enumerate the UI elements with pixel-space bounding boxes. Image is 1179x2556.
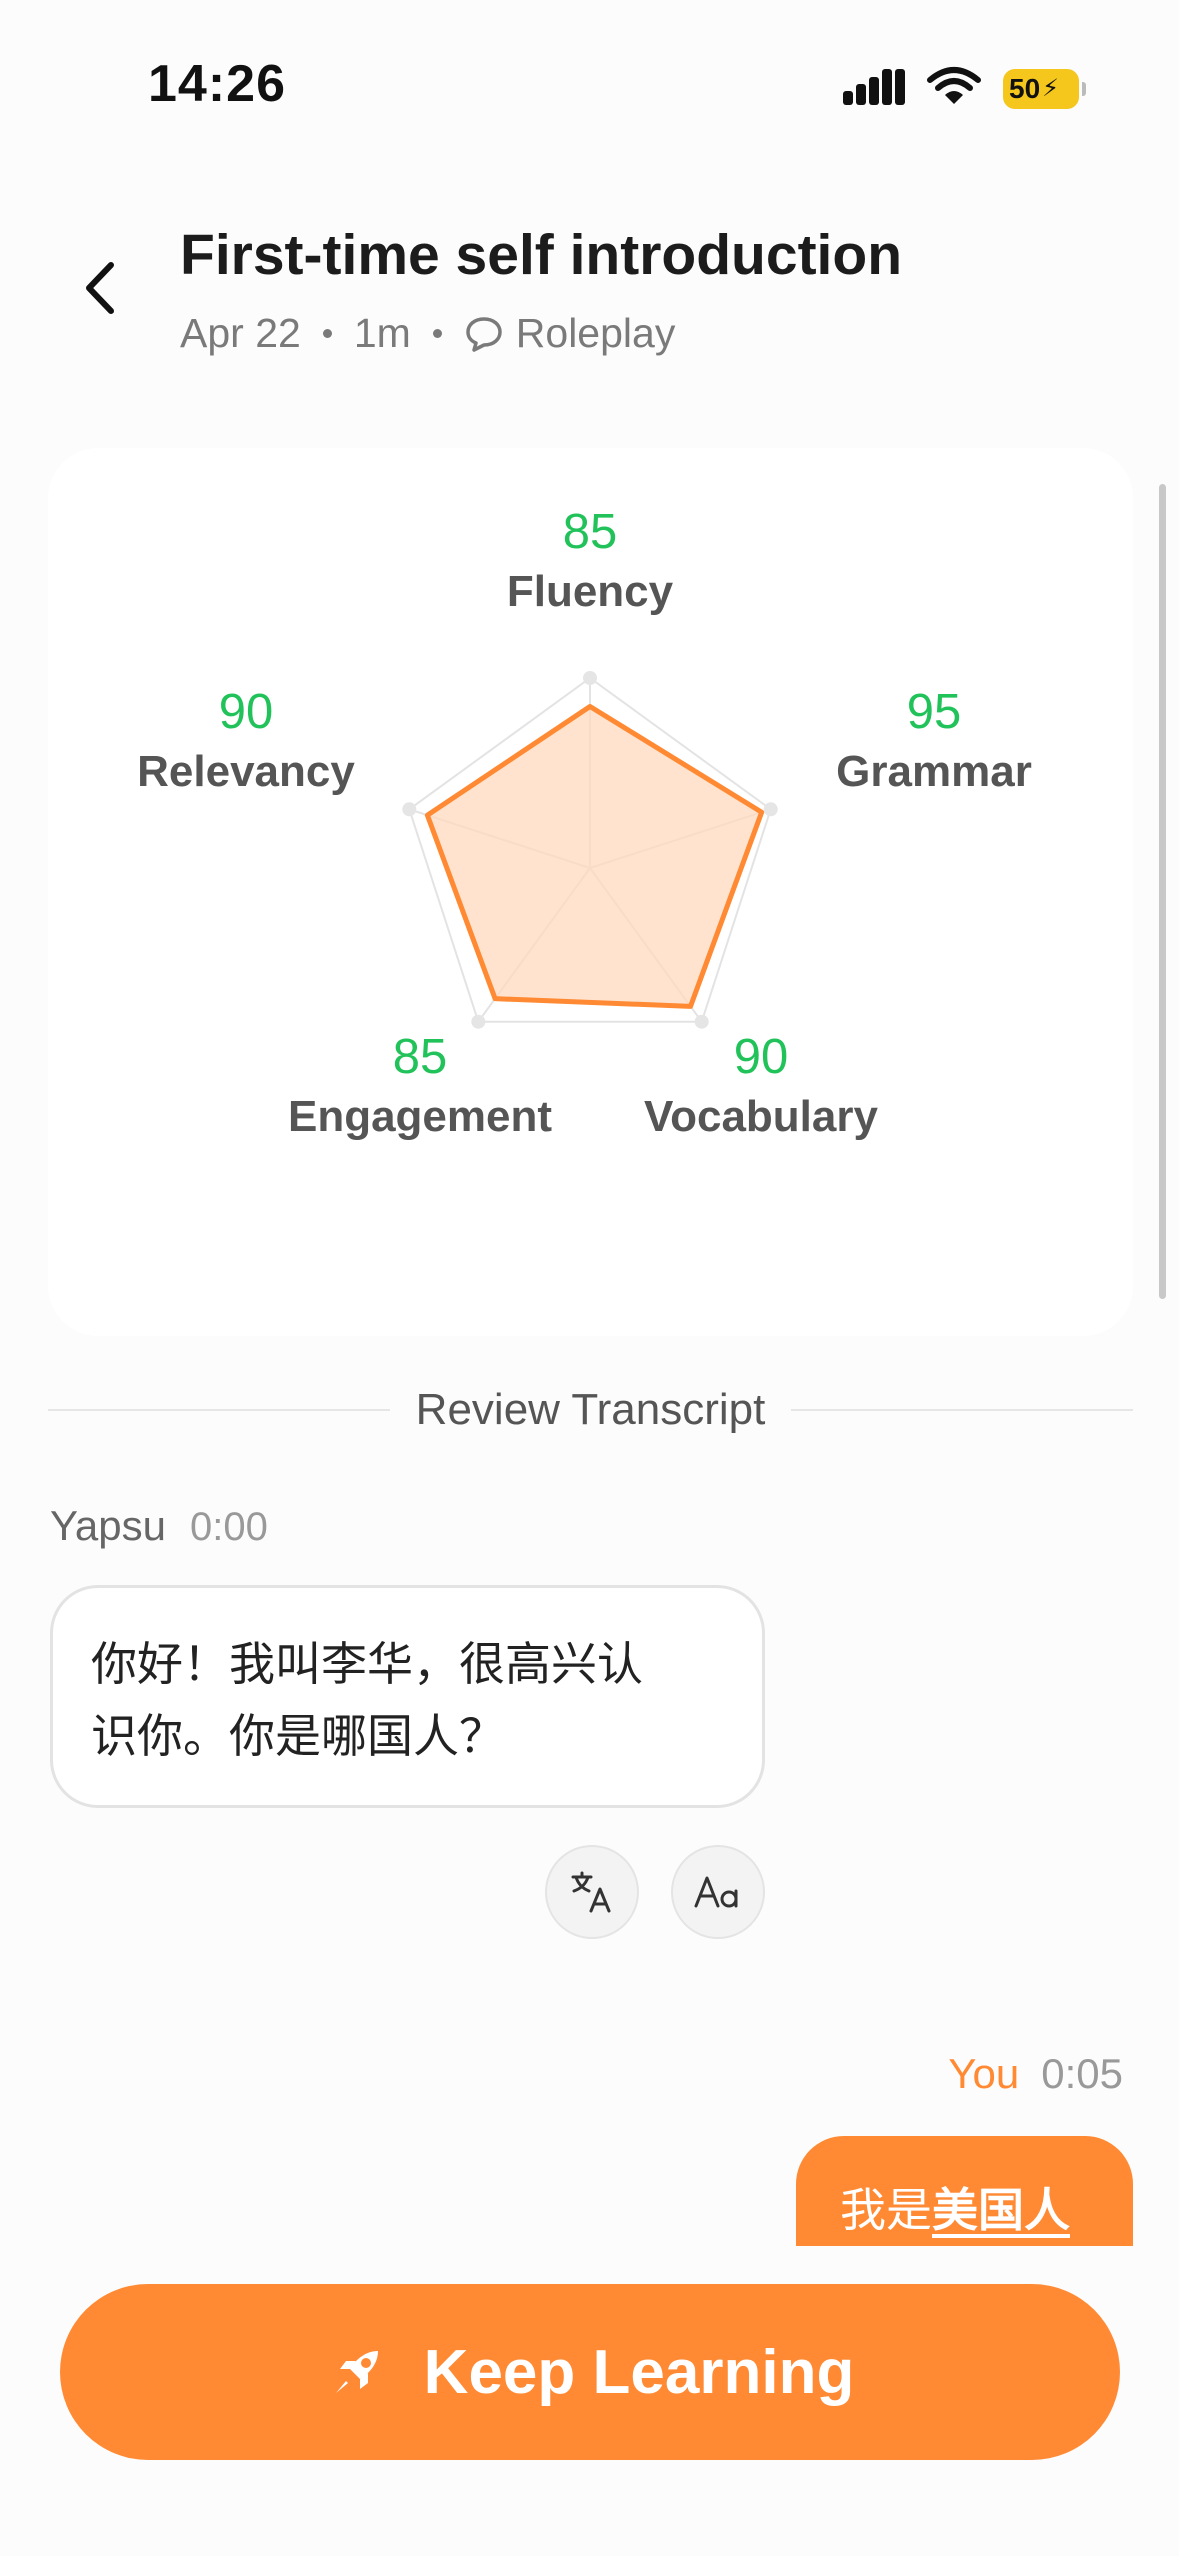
charging-bolt-icon: ⚡ — [1042, 75, 1060, 102]
radar-vertex-dot — [402, 802, 417, 817]
score-value-engagement: 85 — [393, 1030, 448, 1084]
session-meta: Apr 22 1m Roleplay — [180, 310, 675, 357]
meta-separator — [432, 329, 442, 338]
page-title: First-time self introduction — [180, 223, 903, 287]
score-label-vocabulary: Vocabulary — [644, 1092, 878, 1141]
keep-learning-button[interactable]: Keep Learning — [60, 2284, 1120, 2460]
ai-message-line: 识你。你是哪国人？ — [91, 1709, 505, 1763]
score-label-relevancy: Relevancy — [137, 747, 355, 796]
score-value-vocabulary: 90 — [734, 1030, 789, 1084]
score-value-grammar: 95 — [907, 685, 962, 739]
user-speaker-label: You 0:05 — [948, 2050, 1123, 2098]
transcript-divider: Review Transcript — [48, 1385, 1134, 1435]
user-message-time: 0:05 — [1041, 2050, 1123, 2097]
user-speaker-name: You — [948, 2050, 1020, 2097]
score-card: 85 Fluency 95 Grammar 90 Vocabulary 85 Engageme… — [48, 448, 1133, 1336]
keep-learning-label: Keep Learning — [423, 2337, 855, 2407]
ai-message-bubble[interactable]: 你好！我叫李华，很高兴认 识你。你是哪国人？ — [50, 1585, 765, 1808]
scrollbar[interactable] — [1159, 484, 1166, 1299]
radar-vertex-dot — [583, 671, 597, 685]
session-date: Apr 22 — [180, 310, 301, 356]
radar-vertex-dot — [471, 1014, 486, 1029]
user-message-bubble[interactable]: 我是美国人 — [796, 2136, 1133, 2246]
ai-message-time: 0:00 — [189, 1505, 268, 1549]
radar-chart: 85 Fluency 95 Grammar 90 Vocabulary 85 Engageme… — [137, 505, 1032, 1141]
rocket-icon — [335, 2351, 378, 2393]
ai-speaker-label: Yapsu 0:00 — [50, 1502, 268, 1550]
ai-message-line: 你好！我叫李华，很高兴认 — [91, 1637, 643, 1691]
status-icons: 50 ⚡ — [843, 66, 1086, 111]
meta-separator — [322, 329, 332, 338]
highlighted-word[interactable]: 美国人 — [932, 2183, 1070, 2237]
score-value-fluency: 85 — [563, 505, 618, 559]
status-bar: 14:26 50 ⚡ — [0, 0, 1179, 170]
ai-speaker-name: Yapsu — [50, 1502, 166, 1549]
chat-bubble-icon — [464, 315, 504, 353]
session-duration: 1m — [353, 310, 411, 356]
score-label-engagement: Engagement — [288, 1092, 552, 1141]
wifi-icon — [927, 66, 981, 111]
page: 14:26 50 ⚡ First-time self introduction … — [0, 0, 1179, 2556]
radar-vertex-dot — [763, 802, 778, 817]
text-display-button[interactable] — [671, 1845, 765, 1939]
transcript-heading: Review Transcript — [415, 1385, 766, 1434]
session-mode: Roleplay — [515, 310, 676, 356]
translate-icon — [571, 1871, 611, 1913]
battery-level: 50 — [1009, 72, 1041, 104]
status-time: 14:26 — [148, 55, 286, 113]
back-button[interactable] — [70, 258, 130, 318]
chevron-left-icon — [86, 262, 114, 314]
score-label-grammar: Grammar — [836, 747, 1032, 796]
score-value-relevancy: 90 — [219, 685, 274, 739]
cellular-signal-icon — [843, 67, 905, 110]
text-size-icon — [694, 1876, 738, 1908]
user-message-text: 我是 — [840, 2183, 932, 2237]
battery-indicator: 50 ⚡ — [1003, 68, 1086, 109]
radar-vertex-dot — [694, 1014, 709, 1029]
score-label-fluency: Fluency — [507, 567, 674, 616]
translate-button[interactable] — [545, 1845, 639, 1939]
